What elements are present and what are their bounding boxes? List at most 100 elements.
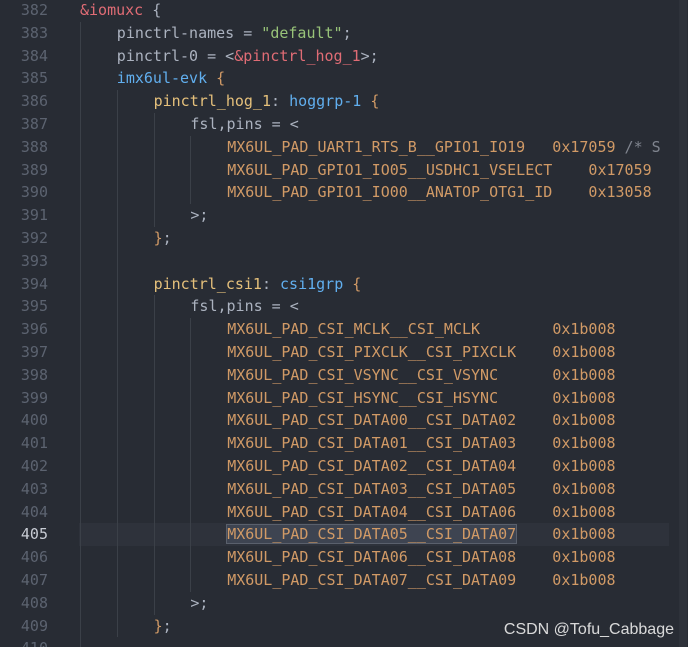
token-num: 0x1b008 (552, 434, 616, 453)
indent-guide (116, 90, 118, 638)
token-macro: MX6UL_PAD_CSI_DATA01__CSI_DATA03 (227, 434, 517, 453)
token-macro: MX6UL_PAD_CSI_PIXCLK__CSI_PIXCLK (227, 343, 517, 361)
indent-guide (190, 135, 192, 205)
line-number: 389 (20, 160, 48, 179)
code-line[interactable]: 404 MX6UL_PAD_CSI_DATA04__CSI_DATA06 0x1b… (0, 501, 688, 524)
code-line[interactable]: 388 MX6UL_PAD_UART1_RTS_B__GPIO1_IO19 0x1… (0, 136, 688, 159)
code-text: MX6UL_PAD_CSI_DATA01__CSI_DATA03 0x1b008 (227, 432, 615, 455)
line-number: 382 (20, 1, 48, 19)
line-number: 402 (20, 457, 48, 475)
code-line[interactable]: 398 MX6UL_PAD_CSI_VSYNC__CSI_VSYNC 0x1b00… (0, 364, 688, 387)
token-node: csi1grp (280, 274, 344, 293)
code-line[interactable]: 406 MX6UL_PAD_CSI_DATA06__CSI_DATA08 0x1b… (0, 546, 688, 569)
token-macro: MX6UL_PAD_CSI_HSYNC__CSI_HSYNC (227, 388, 499, 407)
indent-guide (153, 295, 155, 615)
code-editor[interactable]: 382 &iomuxc {383 pinctrl-names = "default"… (0, 0, 688, 647)
code-line[interactable]: 395 fsl,pins = < (0, 295, 688, 318)
token-num: 0x1b008 (552, 457, 616, 475)
code-line[interactable]: 389 MX6UL_PAD_GPIO1_IO05__USDHC1_VSELECT … (0, 159, 688, 182)
token-punct (516, 343, 552, 361)
line-number: 403 (20, 479, 48, 498)
line-number: 400 (20, 411, 48, 430)
token-prop: pinctrl-0 (116, 46, 199, 65)
token-punct (207, 69, 216, 87)
code-text: MX6UL_PAD_GPIO1_IO05__USDHC1_VSELECT 0x1… (227, 159, 651, 182)
code-line[interactable]: 390 MX6UL_PAD_GPIO1_IO00__ANATOP_OTG1_ID … (0, 181, 688, 204)
line-number: 408 (20, 593, 48, 612)
token-punct: = < (262, 115, 299, 133)
line-number: 395 (20, 297, 48, 316)
line-number: 397 (20, 343, 48, 361)
indent-guide (153, 113, 155, 227)
token-punct: ; (342, 23, 352, 42)
code-line[interactable]: 391 >; (0, 204, 688, 227)
token-punct: = (234, 23, 262, 42)
token-brace-y: } (153, 229, 163, 247)
code-line[interactable]: 392}; (0, 227, 688, 250)
token-num: 0x17059 (552, 137, 616, 156)
code-line[interactable]: 396 MX6UL_PAD_CSI_MCLK__CSI_MCLK 0x1b008 (0, 318, 688, 341)
code-line[interactable]: 387 fsl,pins = < (0, 113, 688, 136)
line-number: 406 (20, 548, 48, 567)
code-line[interactable]: 407 MX6UL_PAD_CSI_DATA07__CSI_DATA09 0x1b… (0, 569, 688, 592)
token-num: 0x17059 (588, 160, 652, 179)
code-line[interactable]: 393 (0, 250, 688, 273)
code-line[interactable]: 397 MX6UL_PAD_CSI_PIXCLK__CSI_PIXCLK 0x1b… (0, 341, 688, 364)
line-number: 396 (20, 320, 48, 339)
token-node: hoggrp-1 (289, 92, 362, 111)
token-punct: >; (190, 593, 209, 612)
token-macro: MX6UL_PAD_GPIO1_IO00__ANATOP_OTG1_ID (227, 183, 553, 202)
token-macro: MX6UL_PAD_CSI_MCLK__CSI_MCLK (227, 320, 481, 339)
code-line[interactable]: 403 MX6UL_PAD_CSI_DATA03__CSI_DATA05 0x1b… (0, 478, 688, 501)
code-text: MX6UL_PAD_CSI_DATA05__CSI_DATA07 0x1b008 (226, 523, 616, 546)
code-line[interactable]: 384 pinctrl-0 = <&pinctrl_hog_1>; (0, 45, 688, 68)
code-line[interactable]: 408 >; (0, 592, 688, 615)
line-number: 390 (20, 183, 48, 202)
code-text: MX6UL_PAD_CSI_DATA02__CSI_DATA04 0x1b008 (227, 455, 615, 478)
token-punct (516, 503, 552, 521)
line-number: 393 (20, 251, 48, 270)
code-line[interactable]: 394 pinctrl_csi1: csi1grp { (0, 273, 688, 296)
code-line[interactable]: 405 MX6UL_PAD_CSI_DATA05__CSI_DATA07 0x1b… (0, 523, 688, 546)
line-number: 385 (20, 69, 48, 88)
code-text: pinctrl_hog_1: hoggrp-1 { (154, 90, 380, 113)
line-number: 401 (20, 434, 48, 453)
code-text: }; (154, 227, 172, 250)
code-text: imx6ul-evk { (117, 67, 225, 90)
token-punct: ; (162, 616, 172, 635)
token-comment: /* S (615, 137, 661, 156)
code-line[interactable]: 401 MX6UL_PAD_CSI_DATA01__CSI_DATA03 0x1b… (0, 432, 688, 455)
token-punct (516, 457, 552, 475)
token-punct: >; (190, 206, 209, 225)
code-text: MX6UL_PAD_CSI_MCLK__CSI_MCLK 0x1b008 (227, 318, 615, 341)
token-macro: MX6UL_PAD_GPIO1_IO05__USDHC1_VSELECT (227, 160, 553, 179)
token-punct (516, 525, 552, 543)
code-line[interactable]: 399 MX6UL_PAD_CSI_HSYNC__CSI_HSYNC 0x1b00… (0, 387, 688, 410)
scrollbar-thumb[interactable] (679, 0, 687, 647)
token-label: pinctrl_hog_1 (153, 92, 271, 111)
line-number: 398 (20, 365, 48, 384)
watermark-text: CSDN @Tofu_Cabbage (503, 621, 674, 638)
token-punct (343, 275, 352, 293)
token-punct (552, 161, 588, 179)
code-line[interactable]: 386 pinctrl_hog_1: hoggrp-1 { (0, 90, 688, 113)
code-line[interactable]: 382 &iomuxc { (0, 0, 688, 22)
token-num: 0x1b008 (552, 548, 616, 567)
token-num: 0x1b008 (552, 525, 616, 544)
code-line[interactable]: 383 pinctrl-names = "default"; (0, 22, 688, 45)
vertical-scrollbar[interactable] (678, 0, 688, 647)
token-punct: = < (198, 46, 235, 65)
token-macro: MX6UL_PAD_CSI_DATA06__CSI_DATA08 (227, 548, 517, 567)
token-punct: >; (360, 46, 379, 65)
code-line[interactable]: 400 MX6UL_PAD_CSI_DATA00__CSI_DATA02 0x1b… (0, 409, 688, 432)
token-num: 0x1b008 (552, 320, 616, 339)
token-prop: fsl,pins (190, 297, 263, 316)
code-text: MX6UL_PAD_CSI_VSYNC__CSI_VSYNC 0x1b008 (227, 364, 615, 387)
line-number: 383 (20, 23, 48, 42)
token-num: 0x1b008 (552, 479, 616, 498)
code-text: }; (154, 615, 172, 638)
selected-text: MX6UL_PAD_CSI_DATA05__CSI_DATA07 (226, 524, 518, 545)
code-line[interactable]: 385 imx6ul-evk { (0, 67, 688, 90)
token-num: 0x1b008 (552, 343, 616, 361)
code-line[interactable]: 402 MX6UL_PAD_CSI_DATA02__CSI_DATA04 0x1b… (0, 455, 688, 478)
